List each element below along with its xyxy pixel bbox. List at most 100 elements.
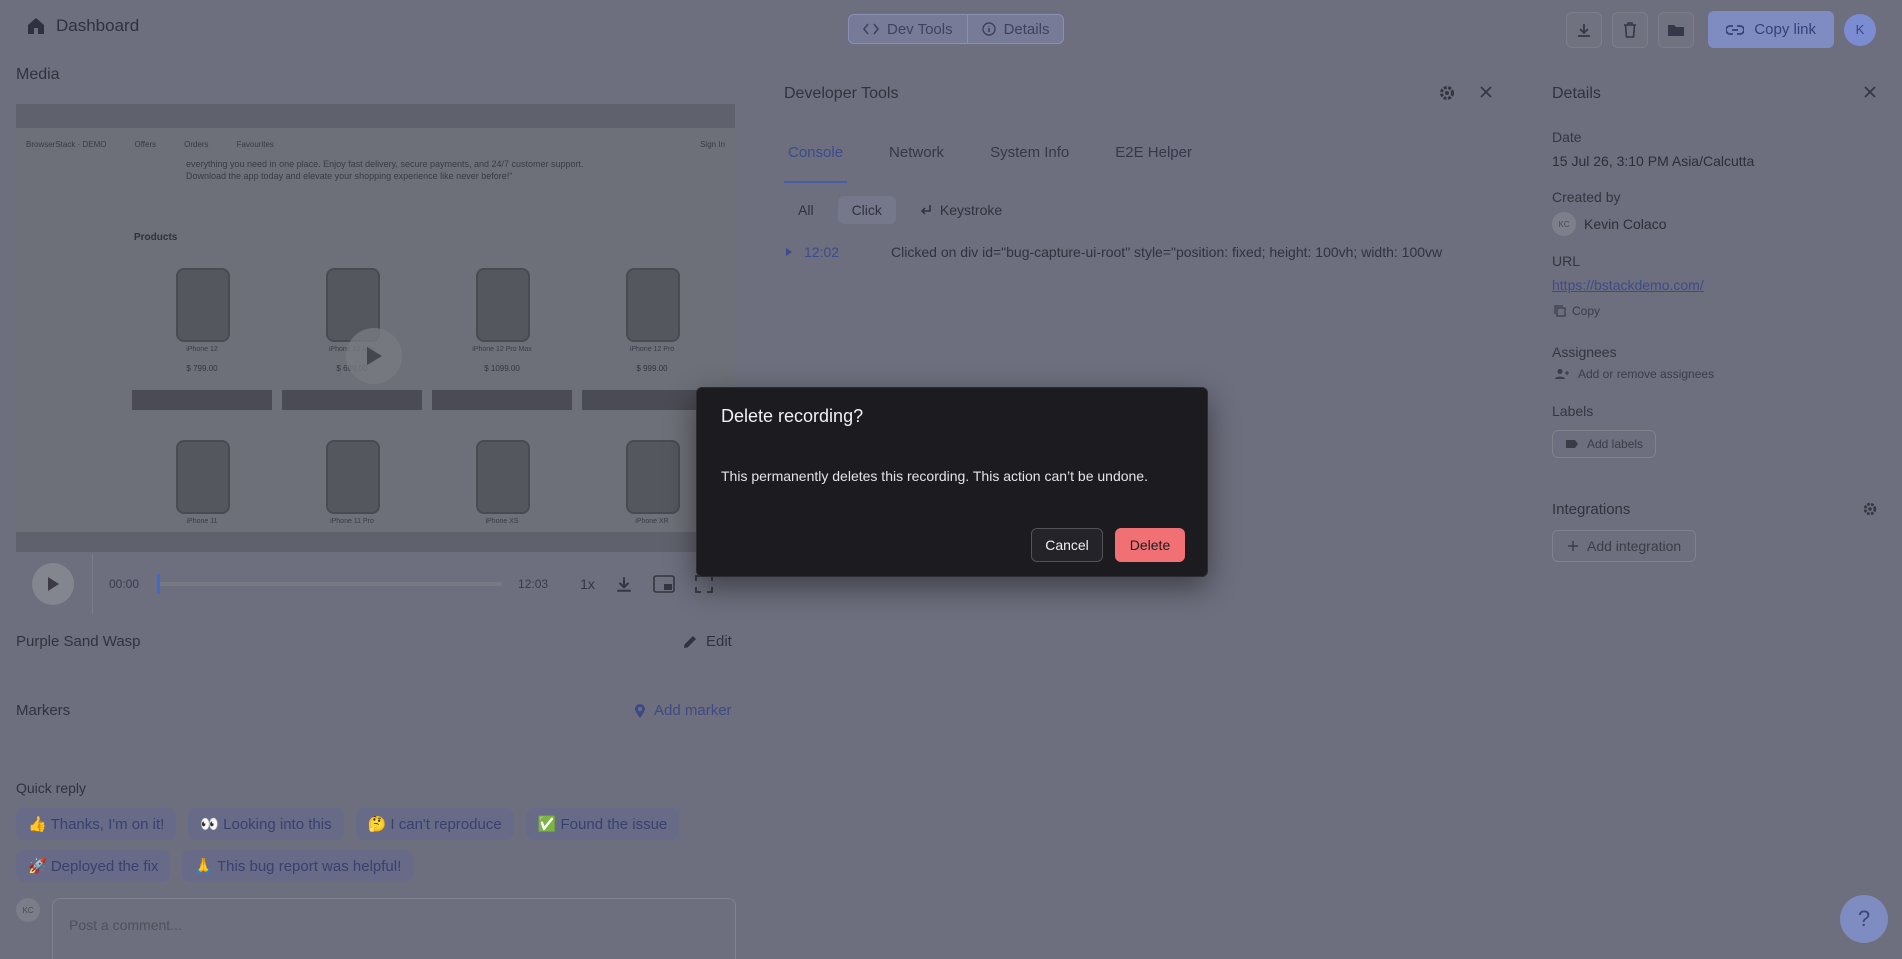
tag-icon (1566, 440, 1578, 448)
video-player[interactable]: BrowserStack · DEMO Offers Orders Favour… (16, 104, 735, 552)
dashboard-label: Dashboard (56, 16, 140, 35)
caret-right-icon (786, 248, 792, 256)
copy-link-button[interactable]: Copy link (1708, 11, 1834, 48)
devtools-close-button[interactable] (1478, 84, 1494, 105)
playback-speed[interactable]: 1x (580, 576, 595, 592)
dialog-message: This permanently deletes this recording.… (721, 468, 1148, 484)
site-nav-offers: Offers (134, 139, 157, 149)
play-button[interactable] (32, 563, 74, 605)
link-icon (1726, 24, 1745, 35)
seek-bar[interactable] (157, 574, 503, 594)
integrations-settings-button[interactable] (1862, 501, 1878, 522)
gear-icon (1440, 86, 1454, 100)
help-button[interactable]: ? (1840, 895, 1888, 943)
fullscreen-icon (694, 575, 713, 593)
close-icon (1864, 86, 1876, 98)
product-image (626, 268, 680, 342)
filter-all[interactable]: All (784, 196, 828, 224)
url-link[interactable]: https://bstackdemo.com/ (1552, 277, 1704, 293)
video-frame: BrowserStack · DEMO Offers Orders Favour… (16, 128, 735, 532)
console-filters: All Click Keystroke (784, 196, 1016, 224)
product-price: $ 999.00 (636, 364, 668, 373)
player-controls: 00:00 12:03 1x (16, 552, 735, 616)
current-time: 00:00 (109, 577, 140, 591)
add-labels-label: Add labels (1587, 437, 1644, 451)
panel-toggle-group: Dev Tools Details (848, 14, 1065, 44)
product-image (626, 440, 680, 514)
site-brand: BrowserStack · DEMO (26, 139, 107, 149)
add-labels-button[interactable]: Add labels (1552, 430, 1657, 458)
product-grid: iPhone 12$ 799.00 iPhone 12 Mini$ 699.00… (132, 268, 722, 532)
tab-dev-tools[interactable]: Dev Tools (849, 15, 967, 43)
video-play-overlay[interactable] (346, 328, 402, 384)
quick-reply-chip[interactable]: 🚀 Deployed the fix (16, 850, 171, 882)
integrations-title: Integrations (1552, 501, 1631, 518)
trash-icon (1624, 21, 1637, 38)
add-integration-label: Add integration (1587, 538, 1682, 554)
confirm-delete-button[interactable]: Delete (1115, 528, 1185, 562)
tab-network[interactable]: Network (885, 130, 948, 183)
quick-reply-chip[interactable]: 👀 Looking into this (188, 808, 344, 840)
delete-button[interactable] (1612, 11, 1649, 48)
delete-dialog: Delete recording? This permanently delet… (696, 387, 1208, 577)
pencil-icon (684, 635, 696, 648)
tab-e2e-helper[interactable]: E2E Helper (1111, 130, 1196, 183)
product-name: iPhone 11 Pro (330, 518, 374, 525)
fullscreen-button[interactable] (694, 575, 713, 593)
quick-reply-chip[interactable]: ✅ Found the issue (525, 808, 680, 840)
dashboard-link[interactable]: Dashboard (26, 16, 139, 36)
tab-system-info[interactable]: System Info (986, 130, 1073, 183)
devtools-settings-button[interactable] (1438, 84, 1456, 107)
product-price: $ 799.00 (186, 364, 218, 373)
play-icon (367, 347, 382, 365)
details-close-button[interactable] (1862, 84, 1878, 105)
copy-url-button[interactable]: Copy (1554, 304, 1600, 318)
devtools-title: Developer Tools (784, 85, 899, 102)
quick-reply-chip[interactable]: 🙏 This bug report was helpful! (182, 850, 414, 882)
filter-keystroke[interactable]: Keystroke (906, 196, 1016, 224)
product-price: $ 1099.00 (484, 364, 520, 373)
edit-name-button[interactable]: Edit (682, 633, 732, 650)
console-log-row[interactable]: 12:02 Clicked on div id="bug-capture-ui-… (784, 238, 1504, 266)
filter-click[interactable]: Click (837, 196, 896, 224)
add-to-cart-bar (282, 390, 422, 410)
toolbar-actions: Copy link K (1566, 11, 1876, 48)
quick-reply-title: Quick reply (16, 780, 87, 796)
user-add-icon (1555, 369, 1569, 379)
site-navbar: BrowserStack · DEMO Offers Orders Favour… (16, 128, 735, 160)
product-card: iPhone XS (432, 440, 572, 532)
created-by-label: Created by (1552, 189, 1621, 205)
product-name: iPhone XS (485, 518, 519, 525)
quick-reply-chip[interactable]: 👍 Thanks, I'm on it! (16, 808, 177, 840)
details-title: Details (1552, 85, 1601, 102)
comment-input[interactable]: Post a comment... (52, 898, 736, 959)
comment-avatar: KC (16, 898, 40, 922)
product-image (476, 440, 530, 514)
quick-reply-chip[interactable]: 🤔 I can't reproduce (355, 808, 514, 840)
download-video-button[interactable] (615, 575, 633, 593)
product-card: iPhone 12 $ 799.00 (132, 268, 272, 418)
gear-icon (1863, 502, 1877, 516)
tab-dev-tools-label: Dev Tools (887, 20, 953, 38)
seek-thumb[interactable] (157, 574, 161, 594)
picture-in-picture-button[interactable] (653, 575, 675, 593)
creator: KC Kevin Colaco (1552, 212, 1667, 236)
assignees-action: Add or remove assignees (1578, 367, 1715, 381)
add-integration-button[interactable]: Add integration (1552, 530, 1697, 562)
folder-icon (1668, 24, 1685, 36)
pip-icon (653, 575, 675, 593)
cancel-button[interactable]: Cancel (1031, 528, 1103, 562)
tab-details[interactable]: Details (966, 15, 1064, 43)
product-name: iPhone 11 (186, 518, 218, 525)
creator-name: Kevin Colaco (1584, 216, 1667, 232)
add-marker-button[interactable]: Add marker (634, 702, 732, 719)
edit-label: Edit (706, 633, 732, 650)
site-sign-in: Sign In (700, 139, 725, 149)
move-folder-button[interactable] (1658, 11, 1695, 48)
assignees-button[interactable]: Add or remove assignees (1554, 367, 1714, 381)
product-image (176, 268, 230, 342)
tab-console[interactable]: Console (784, 130, 848, 183)
user-avatar[interactable]: K (1844, 13, 1876, 46)
download-button[interactable] (1566, 11, 1603, 48)
add-to-cart-bar (132, 390, 272, 410)
